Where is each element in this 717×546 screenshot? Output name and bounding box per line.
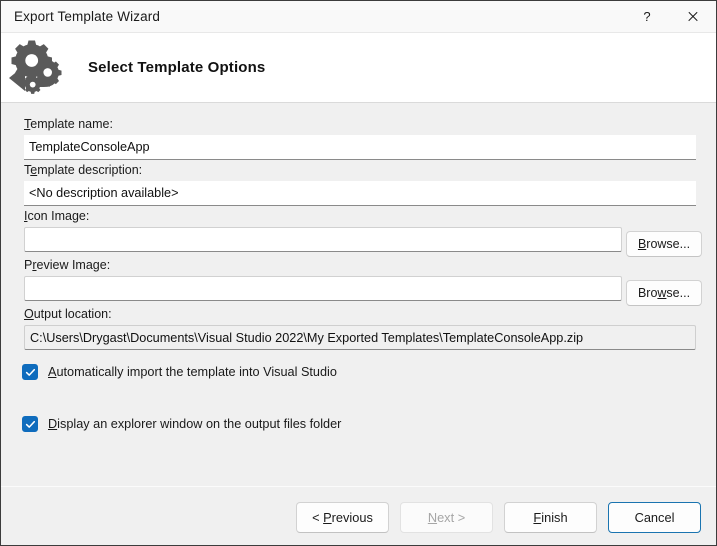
icon-image-label: Icon Image:	[24, 209, 90, 223]
template-name-value: TemplateConsoleApp	[29, 140, 150, 154]
preview-image-browse-label: Browse...	[637, 286, 691, 300]
template-description-value: <No description available>	[29, 186, 179, 200]
field-icon-image: Icon Image:	[24, 209, 622, 252]
window-title: Export Template Wizard	[14, 9, 161, 24]
checkbox-row-auto-import[interactable]: Automatically import the template into V…	[22, 364, 337, 380]
template-name-input[interactable]: TemplateConsoleApp	[24, 135, 696, 160]
template-name-label: Template name:	[24, 117, 113, 131]
output-location-value: C:\Users\Drygast\Documents\Visual Studio…	[30, 330, 584, 345]
next-button: Next >	[400, 502, 493, 533]
output-location-value-field: C:\Users\Drygast\Documents\Visual Studio…	[24, 325, 696, 350]
close-icon	[687, 11, 699, 23]
export-template-wizard-dialog: Export Template Wizard ? Select Template…	[0, 0, 717, 546]
cancel-button[interactable]: Cancel	[608, 502, 701, 533]
preview-image-browse-button[interactable]: Browse...	[626, 280, 702, 306]
field-template-description: Template description: <No description av…	[24, 163, 696, 206]
template-description-input[interactable]: <No description available>	[24, 181, 696, 206]
question-mark-icon: ?	[643, 9, 651, 24]
close-button[interactable]	[670, 1, 716, 32]
icon-image-browse-label: Browse...	[637, 237, 691, 251]
display-explorer-label: Display an explorer window on the output…	[48, 417, 342, 431]
wizard-header: Select Template Options	[1, 33, 716, 103]
titlebar-buttons: ?	[624, 1, 716, 32]
checkbox-row-display-explorer[interactable]: Display an explorer window on the output…	[22, 416, 341, 432]
display-explorer-checkbox[interactable]	[22, 416, 38, 432]
cancel-button-label: Cancel	[634, 510, 675, 525]
preview-image-label: Preview Image:	[24, 258, 111, 272]
field-preview-image: Preview Image:	[24, 258, 622, 301]
auto-import-label: Automatically import the template into V…	[48, 365, 337, 379]
preview-image-input[interactable]	[24, 276, 622, 301]
help-button[interactable]: ?	[624, 1, 670, 32]
auto-import-checkbox[interactable]	[22, 364, 38, 380]
previous-button-label: < Previous	[312, 510, 373, 525]
wizard-footer: < Previous Next > Finish Cancel	[1, 486, 716, 545]
template-description-label: Template description:	[24, 163, 143, 177]
next-button-label: Next >	[427, 510, 466, 525]
page-title: Select Template Options	[88, 59, 266, 76]
previous-button[interactable]: < Previous	[296, 502, 389, 533]
icon-image-input[interactable]	[24, 227, 622, 252]
footer-buttons: < Previous Next > Finish Cancel	[296, 502, 701, 533]
output-location-label: Output location:	[24, 307, 112, 321]
finish-button-label: Finish	[533, 510, 568, 525]
titlebar: Export Template Wizard ?	[1, 1, 716, 33]
field-output-location: Output location: C:\Users\Drygast\Docume…	[24, 307, 696, 350]
icon-image-browse-button[interactable]: Browse...	[626, 231, 702, 257]
finish-button[interactable]: Finish	[504, 502, 597, 533]
field-template-name: Template name: TemplateConsoleApp	[24, 117, 696, 160]
export-template-gears-icon	[4, 35, 70, 101]
wizard-body: Template name: TemplateConsoleApp Templa…	[1, 103, 716, 486]
